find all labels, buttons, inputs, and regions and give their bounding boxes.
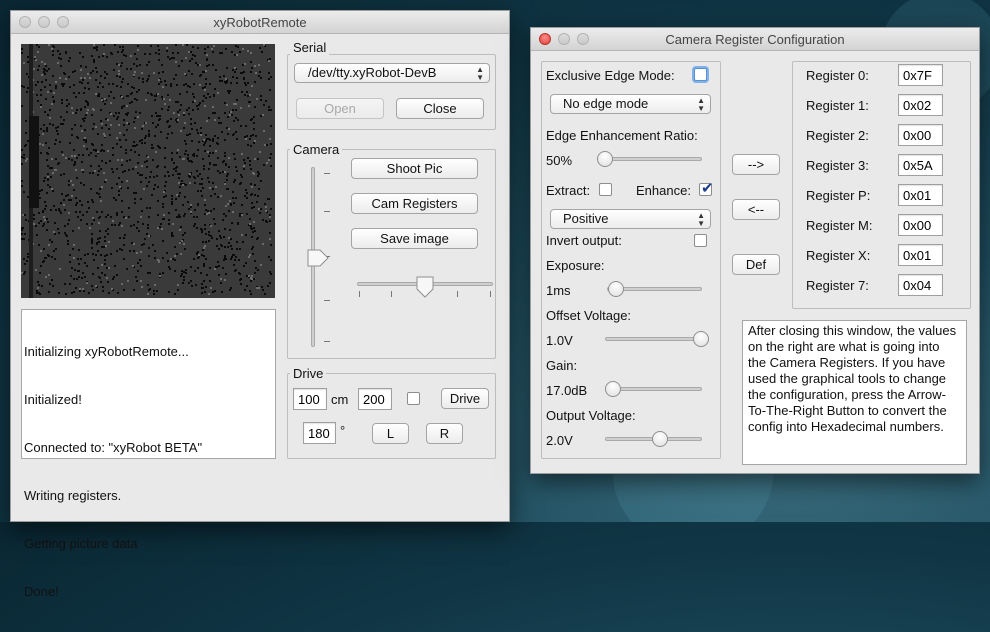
register-3-field[interactable] [898, 154, 943, 176]
register-x-field[interactable] [898, 244, 943, 266]
slider-tick [391, 291, 392, 297]
register-label: Register 7: [806, 278, 869, 293]
distance-field[interactable] [293, 388, 327, 410]
camera-image [21, 44, 275, 298]
window-title: xyRobotRemote [213, 15, 307, 30]
register-label: Register M: [806, 218, 873, 233]
convert-from-registers-button[interactable]: <-- [732, 199, 780, 220]
cam-registers-button[interactable]: Cam Registers [351, 193, 478, 214]
enhance-label: Enhance: [636, 183, 691, 198]
register-label: Register 3: [806, 158, 869, 173]
extract-label: Extract: [546, 183, 591, 198]
serial-port-value: /dev/tty.xyRobot-DevB [308, 65, 437, 80]
slider-tick [324, 173, 330, 174]
speed-field[interactable] [358, 388, 392, 410]
exposure-value: 1ms [546, 283, 571, 298]
extract-checkbox[interactable] [599, 183, 612, 196]
slider-tick [324, 300, 330, 301]
enhance-checkbox[interactable] [699, 179, 714, 197]
log-line: Initializing xyRobotRemote... [24, 344, 189, 359]
output-voltage-knob[interactable] [652, 431, 668, 447]
offset-voltage-knob[interactable] [693, 331, 709, 347]
invert-output-checkbox[interactable] [694, 234, 707, 247]
log-line: Connected to: "xyRobot BETA" [24, 440, 203, 455]
select-arrows-icon: ▲ ▼ [697, 211, 705, 228]
log-line: Getting picture data [24, 536, 138, 551]
angle-field[interactable] [303, 422, 336, 444]
edge-ratio-label: Edge Enhancement Ratio: [546, 128, 698, 143]
horizontal-slider-thumb-icon[interactable] [416, 276, 434, 298]
register-0-field[interactable] [898, 64, 943, 86]
camera-legend: Camera [290, 142, 343, 157]
edge-ratio-knob[interactable] [597, 151, 613, 167]
offset-voltage-track[interactable] [605, 337, 702, 341]
turn-left-button[interactable]: L [372, 423, 409, 444]
angle-unit: ° [340, 423, 346, 438]
drive-button[interactable]: Drive [441, 388, 489, 409]
register-m-field[interactable] [898, 214, 943, 236]
drive-legend: Drive [290, 366, 327, 381]
log-line: Done! [24, 584, 59, 599]
slider-tick [359, 291, 360, 297]
default-button[interactable]: Def [732, 254, 780, 275]
register-label: Register P: [806, 188, 871, 203]
config-titlebar[interactable]: Camera Register Configuration [531, 28, 979, 51]
gain-label: Gain: [546, 358, 578, 373]
register-2-field[interactable] [898, 124, 943, 146]
output-voltage-value: 2.0V [546, 433, 573, 448]
remote-titlebar[interactable]: xyRobotRemote [11, 11, 509, 34]
exposure-label: Exposure: [546, 258, 605, 273]
register-p-field[interactable] [898, 184, 943, 206]
slider-tick [324, 211, 330, 212]
exclusive-edge-label: Exclusive Edge Mode: [546, 68, 675, 83]
slider-tick [457, 291, 458, 297]
help-text: After closing this window, the values on… [742, 320, 967, 465]
register-label: Register 1: [806, 98, 869, 113]
log-line: Writing registers. [24, 488, 122, 503]
camera-image-pixels [21, 44, 272, 298]
register-7-field[interactable] [898, 274, 943, 296]
vertical-slider-thumb-icon[interactable] [307, 249, 329, 267]
register-label: Register 0: [806, 68, 869, 83]
shoot-pic-button[interactable]: Shoot Pic [351, 158, 478, 179]
exposure-knob[interactable] [608, 281, 624, 297]
edge-ratio-value: 50% [546, 153, 573, 168]
exclusive-edge-checkbox[interactable] [694, 68, 707, 81]
invert-output-label: Invert output: [546, 233, 622, 248]
drive-group [287, 373, 496, 459]
gain-value: 17.0dB [546, 383, 588, 398]
select-arrows-icon: ▲ ▼ [476, 65, 484, 82]
convert-to-registers-button[interactable]: --> [732, 154, 780, 175]
remote-window: xyRobotRemote Initializing xyRobotRemote… [10, 10, 510, 599]
offset-voltage-value: 1.0V [546, 333, 573, 348]
log-line: Initialized! [24, 392, 82, 407]
window-title: Camera Register Configuration [665, 32, 845, 47]
polarity-select[interactable]: Positive ▲ ▼ [550, 209, 711, 229]
output-voltage-label: Output Voltage: [546, 408, 636, 423]
status-log: Initializing xyRobotRemote... Initialize… [21, 309, 276, 599]
select-arrows-icon: ▲ ▼ [697, 96, 705, 113]
register-1-field[interactable] [898, 94, 943, 116]
slider-tick [490, 291, 491, 297]
distance-unit: cm [331, 392, 349, 407]
serial-legend: Serial [290, 40, 330, 55]
drive-option-checkbox[interactable] [407, 392, 420, 405]
polarity-value: Positive [563, 211, 609, 226]
gain-knob[interactable] [605, 381, 621, 397]
slider-tick [324, 341, 330, 342]
edge-mode-select[interactable]: No edge mode ▲ ▼ [550, 94, 711, 114]
register-label: Register X: [806, 248, 871, 263]
turn-right-button[interactable]: R [426, 423, 463, 444]
config-window: Camera Register Configuration Exclusive … [530, 27, 980, 474]
close-button[interactable]: Close [396, 98, 484, 119]
register-label: Register 2: [806, 128, 869, 143]
save-image-button[interactable]: Save image [351, 228, 478, 249]
offset-voltage-label: Offset Voltage: [546, 308, 632, 323]
open-button[interactable]: Open [296, 98, 384, 119]
edge-mode-value: No edge mode [563, 96, 649, 111]
serial-port-select[interactable]: /dev/tty.xyRobot-DevB ▲ ▼ [294, 63, 490, 83]
